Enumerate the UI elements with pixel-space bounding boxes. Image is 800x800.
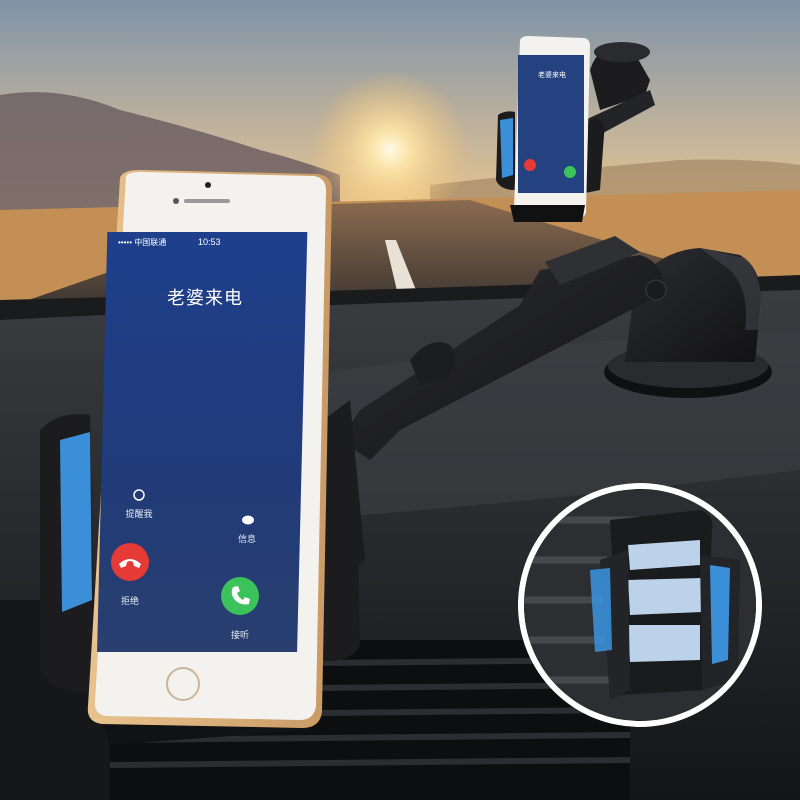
remind-me-label: 提醒我	[125, 509, 153, 519]
small-phone-caller: 老婆来电	[538, 72, 566, 79]
message-label: 信息	[237, 534, 256, 544]
scene	[0, 0, 800, 800]
phone-status-bar: ••••• 中国联通 10:53	[114, 236, 314, 248]
phone-main	[87, 170, 333, 728]
status-time: 10:53	[198, 237, 221, 247]
home-button	[166, 667, 200, 701]
accept-button[interactable]	[221, 577, 259, 615]
accept-label: 接听	[230, 630, 249, 640]
caller-name: 老婆来电	[167, 288, 243, 308]
message-icon	[242, 515, 254, 525]
decline-label: 拒绝	[120, 596, 139, 606]
inset-vent-mount	[518, 483, 762, 727]
carrier-label: ••••• 中国联通	[118, 238, 167, 247]
decline-button[interactable]	[111, 543, 149, 581]
